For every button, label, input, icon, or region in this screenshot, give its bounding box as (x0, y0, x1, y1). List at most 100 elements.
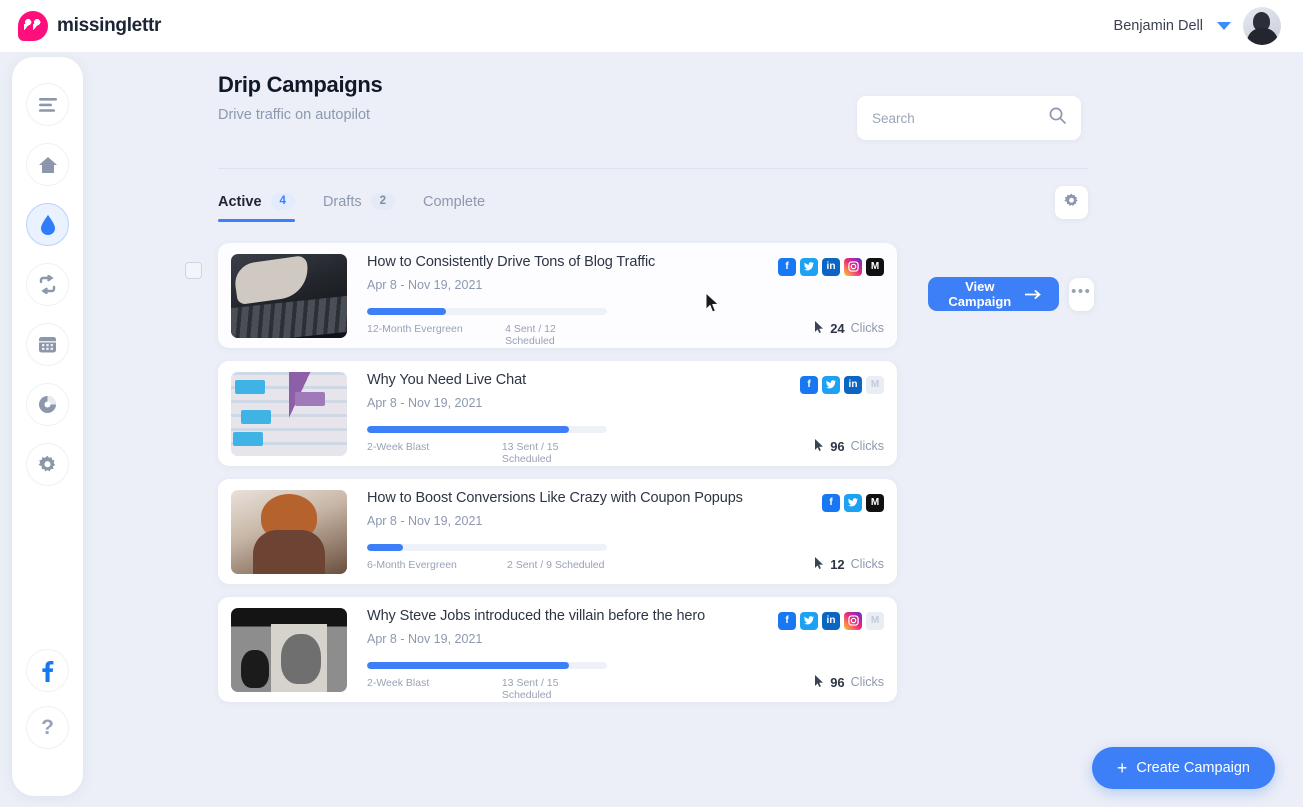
twitter-icon[interactable] (800, 611, 818, 630)
campaign-sent-scheduled: 2 Sent / 9 Scheduled (507, 558, 605, 571)
campaign-clicks: 96 Clicks (815, 674, 884, 690)
campaign-card[interactable]: How to Consistently Drive Tons of Blog T… (218, 243, 897, 348)
sidebar-bottom-group: ? (26, 649, 69, 796)
linkedin-icon[interactable]: in (822, 257, 840, 276)
medium-icon[interactable]: M (866, 611, 884, 630)
campaign-sent-scheduled: 13 Sent / 15 Scheduled (501, 440, 559, 465)
tab-complete[interactable]: Complete (423, 194, 485, 222)
medium-icon[interactable]: M (866, 375, 884, 394)
main-content: Drip Campaigns Drive traffic on autopilo… (185, 72, 1094, 715)
sidebar-item-home[interactable] (26, 143, 69, 186)
progress-fill (367, 661, 569, 669)
sidebar-item-settings[interactable] (26, 443, 69, 486)
sidebar-item-calendar[interactable] (26, 323, 69, 366)
twitter-icon[interactable] (844, 493, 862, 512)
arrow-right-icon (1023, 287, 1042, 302)
facebook-icon (41, 660, 54, 682)
tab-complete-label: Complete (423, 193, 486, 210)
user-name: Benjamin Dell (1113, 18, 1203, 34)
tab-active-label: Active (218, 193, 262, 210)
gear-icon (38, 455, 57, 474)
progress-bar (367, 543, 607, 551)
facebook-icon[interactable]: f (778, 257, 796, 276)
campaign-row: How to Consistently Drive Tons of Blog T… (185, 243, 1094, 348)
campaign-info: How to Boost Conversions Like Crazy with… (347, 490, 884, 574)
facebook-icon[interactable]: f (800, 375, 818, 394)
progress-bar (367, 425, 607, 433)
medium-icon[interactable]: M (866, 493, 884, 512)
row-checkbox[interactable] (185, 262, 202, 279)
progress-bar (367, 661, 607, 669)
campaign-clicks: 96 Clicks (815, 438, 884, 454)
campaign-dates: Apr 8 - Nov 19, 2021 (367, 277, 483, 292)
list-settings-button[interactable] (1055, 186, 1088, 219)
campaign-dates: Apr 8 - Nov 19, 2021 (367, 395, 483, 410)
instagram-icon[interactable] (844, 257, 862, 276)
twitter-icon[interactable] (822, 375, 840, 394)
chevron-down-icon[interactable] (1217, 22, 1231, 30)
campaign-plan: 2-Week Blast (367, 440, 430, 453)
campaign-row: How to Boost Conversions Like Crazy with… (218, 479, 1088, 584)
quote-bubble-icon (18, 11, 48, 41)
question-mark-icon: ? (41, 715, 54, 739)
search-box[interactable] (857, 96, 1081, 140)
avatar[interactable] (1243, 7, 1281, 45)
campaign-list: How to Consistently Drive Tons of Blog T… (185, 243, 1094, 702)
more-options-button[interactable]: ••• (1068, 277, 1094, 311)
sidebar-item-curate[interactable] (26, 263, 69, 306)
hamburger-menu-icon (38, 97, 57, 112)
view-campaign-button[interactable]: View Campaign (928, 277, 1059, 311)
plus-icon: + (1116, 758, 1128, 778)
campaign-meta: 6-Month Evergreen 2 Sent / 9 Scheduled (367, 559, 607, 571)
campaign-meta: 12-Month Evergreen 4 Sent / 12 Scheduled (367, 323, 607, 347)
gear-icon (1064, 193, 1079, 213)
linkedin-icon[interactable]: in (822, 611, 840, 630)
campaign-card[interactable]: How to Boost Conversions Like Crazy with… (218, 479, 897, 584)
progress-fill (367, 307, 447, 315)
search-icon[interactable] (1049, 107, 1066, 129)
campaign-clicks: 12 Clicks (815, 556, 884, 572)
facebook-icon[interactable]: f (778, 611, 796, 630)
sidebar-item-menu[interactable] (26, 83, 69, 126)
sidebar-item-analytics[interactable] (26, 383, 69, 426)
campaign-card[interactable]: Why You Need Live Chat Apr 8 - Nov 19, 2… (218, 361, 897, 466)
instagram-icon[interactable] (844, 611, 862, 630)
twitter-icon[interactable] (800, 257, 818, 276)
top-bar: missinglettr Benjamin Dell (0, 0, 1303, 52)
campaign-sent-scheduled: 13 Sent / 15 Scheduled (501, 676, 559, 701)
campaign-clicks-label: Clicks (850, 321, 884, 335)
search-input[interactable] (872, 110, 1049, 126)
facebook-icon[interactable]: f (822, 493, 840, 512)
sidebar-item-drip-campaigns[interactable] (26, 203, 69, 246)
brand-name: missinglettr (57, 15, 162, 36)
cursor-click-icon (815, 438, 824, 454)
campaign-info: Why Steve Jobs introduced the villain be… (347, 608, 884, 701)
create-campaign-label: Create Campaign (1136, 760, 1250, 776)
view-campaign-label: View Campaign (948, 279, 1012, 309)
tab-active[interactable]: Active 4 (218, 192, 295, 223)
tabs: Active 4 Drafts 2 Complete (218, 192, 485, 223)
tabs-row: Active 4 Drafts 2 Complete (218, 186, 1088, 229)
campaign-title[interactable]: How to Boost Conversions Like Crazy with… (367, 490, 874, 506)
campaign-plan: 6-Month Evergreen (367, 558, 457, 571)
campaign-card[interactable]: Why Steve Jobs introduced the villain be… (218, 597, 897, 702)
campaign-sent-scheduled: 4 Sent / 12 Scheduled (505, 322, 556, 347)
tab-active-badge: 4 (270, 192, 295, 211)
campaign-meta: 2-Week Blast 13 Sent / 15 Scheduled (367, 677, 607, 701)
campaign-dates: Apr 8 - Nov 19, 2021 (367, 631, 483, 646)
tab-drafts[interactable]: Drafts 2 (323, 192, 396, 223)
progress-fill (367, 543, 403, 551)
brand-logo[interactable]: missinglettr (18, 11, 161, 41)
campaign-thumbnail (231, 253, 347, 338)
create-campaign-button[interactable]: + Create Campaign (1091, 747, 1275, 789)
campaign-actions: View Campaign ••• (928, 277, 1094, 311)
user-menu[interactable]: Benjamin Dell (1114, 7, 1281, 45)
sidebar: ? (12, 57, 83, 796)
linkedin-icon[interactable]: in (844, 375, 862, 394)
campaign-title[interactable]: Why You Need Live Chat (367, 372, 874, 388)
medium-icon[interactable]: M (866, 257, 884, 276)
social-channels: f M (822, 493, 884, 512)
campaign-clicks-count: 12 (830, 556, 845, 572)
sidebar-item-facebook[interactable] (26, 649, 69, 692)
sidebar-item-help[interactable]: ? (26, 706, 69, 749)
